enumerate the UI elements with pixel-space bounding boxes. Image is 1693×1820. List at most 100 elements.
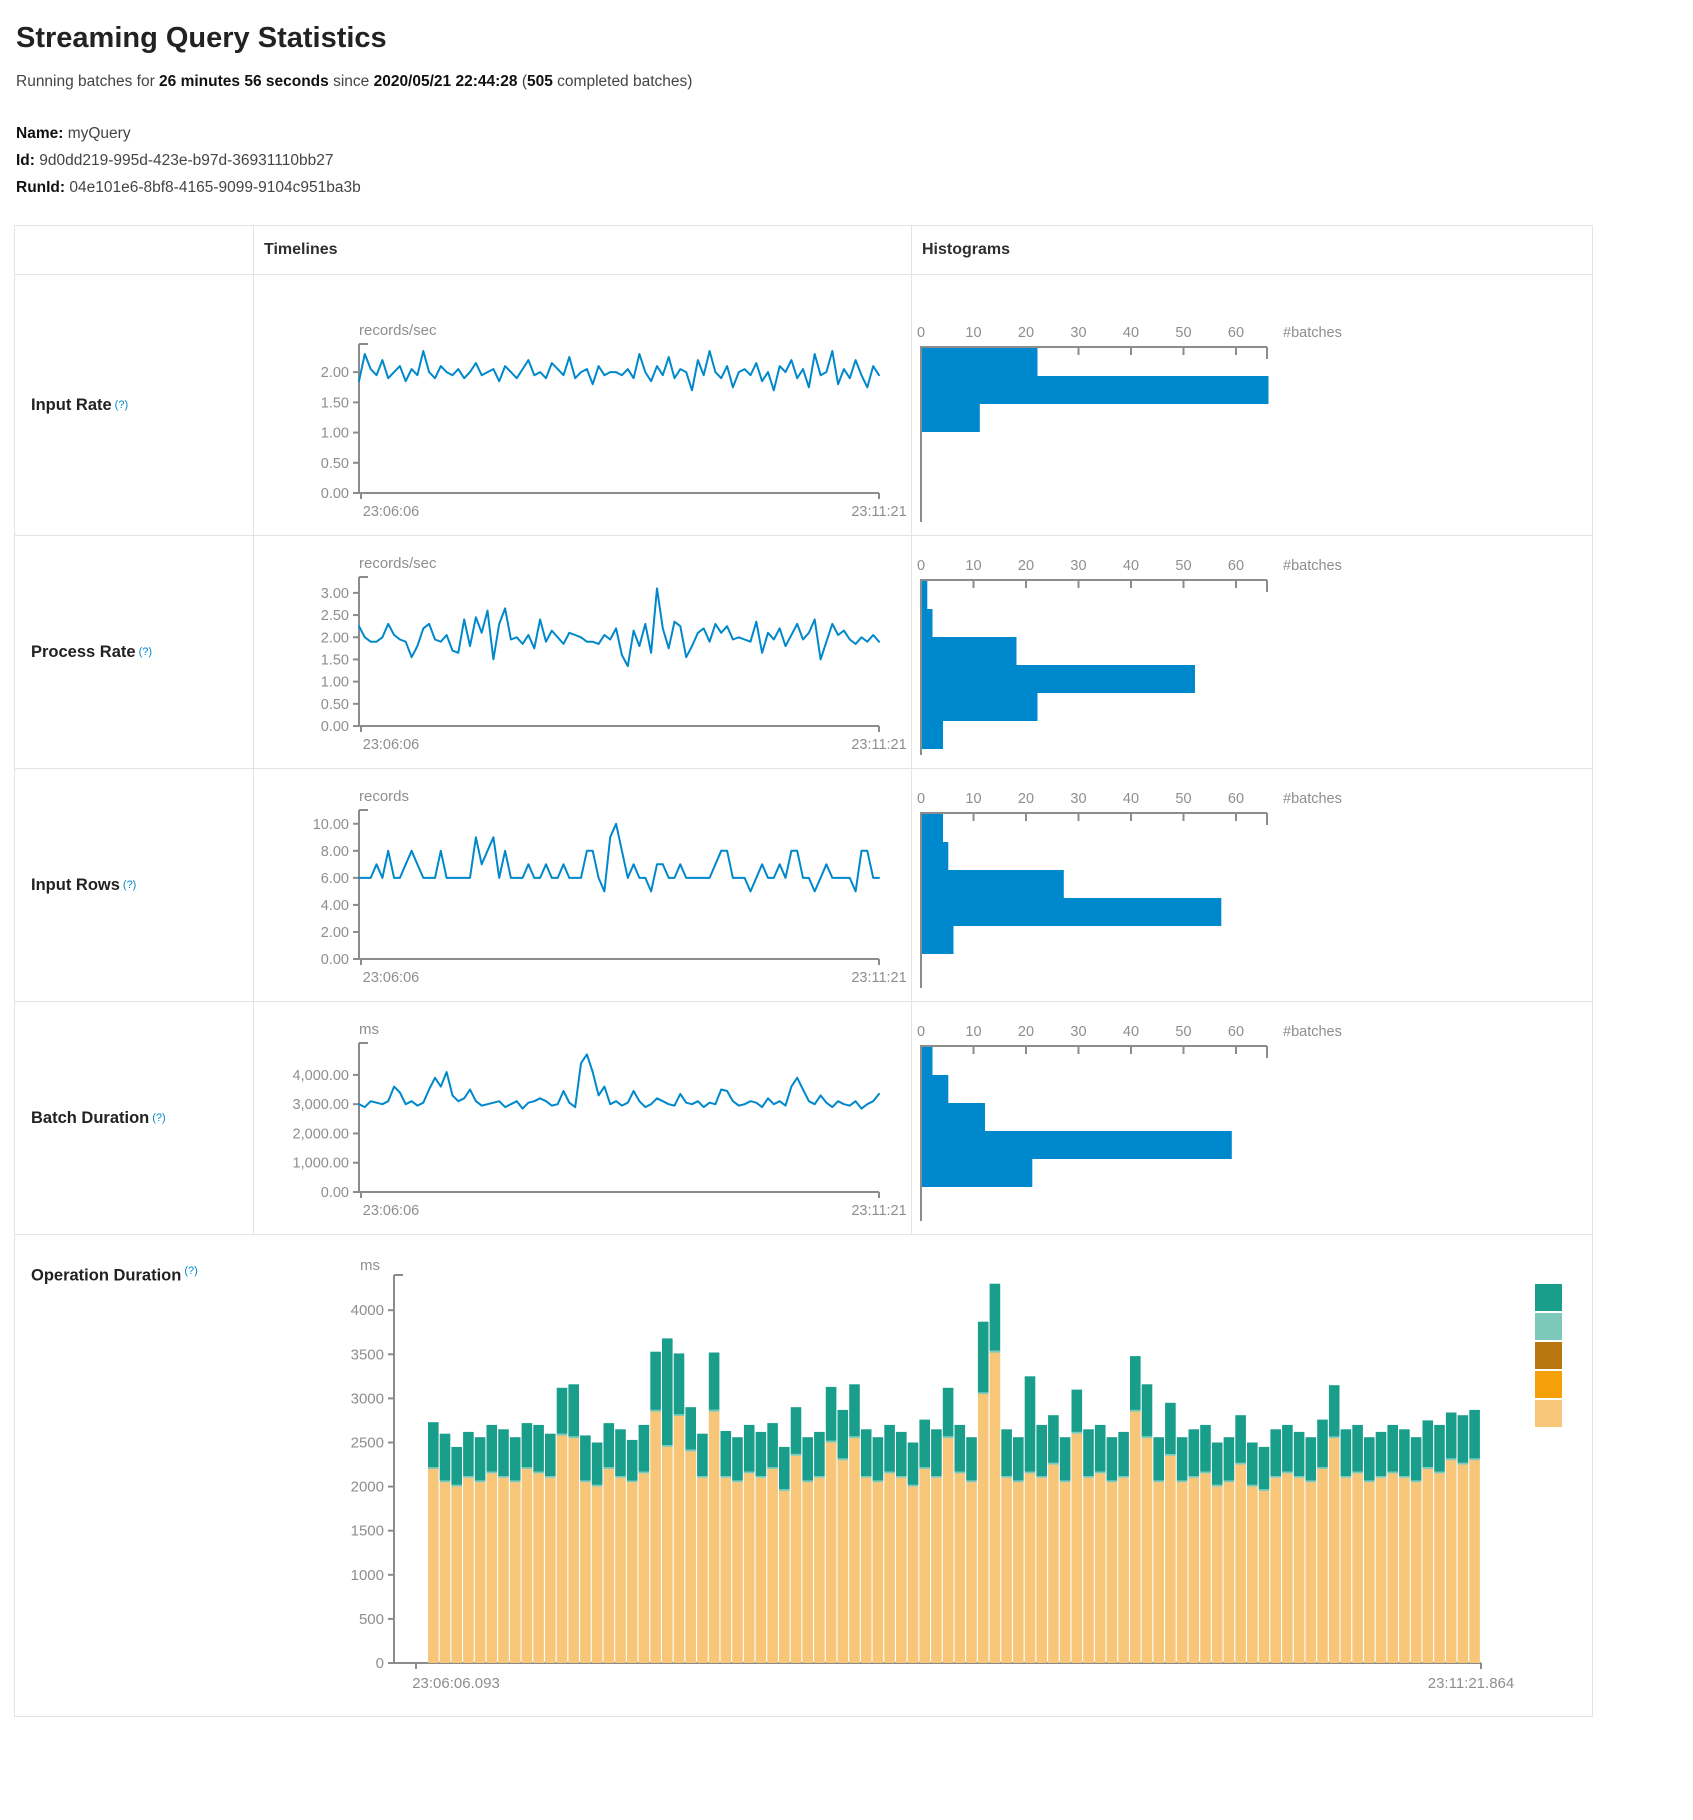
metric-row: Batch Duration(?) ms4,000.003,000.002,00…	[15, 1002, 1592, 1235]
svg-text:1000: 1000	[351, 1567, 384, 1584]
timeline-chart: ms4,000.003,000.002,000.001,000.000.0023…	[254, 1016, 910, 1234]
table-header-row: Timelines Histograms	[15, 226, 1592, 275]
svg-text:500: 500	[359, 1611, 384, 1628]
start-time: 2020/05/21 22:44:28	[374, 73, 518, 90]
histogram-cell: 0102030405060#batches	[911, 1002, 1590, 1234]
svg-text:0.00: 0.00	[321, 1185, 349, 1201]
help-icon[interactable]: (?)	[139, 646, 152, 658]
running-prefix: Running batches for	[16, 73, 159, 90]
paren-open: (	[518, 73, 527, 90]
svg-text:23:11:21: 23:11:21	[851, 1203, 906, 1219]
metric-label-cell: Batch Duration(?)	[15, 1002, 253, 1234]
svg-text:2.00: 2.00	[321, 365, 349, 381]
svg-text:50: 50	[1175, 325, 1191, 341]
svg-text:2,000.00: 2,000.00	[293, 1126, 349, 1142]
histogram-cell: 0102030405060#batches	[911, 769, 1590, 1001]
timeline-chart: records10.008.006.004.002.000.0023:06:06…	[254, 783, 910, 1001]
metric-label-cell: Input Rows(?)	[15, 769, 253, 1001]
query-meta: Name: myQuery Id: 9d0dd219-995d-423e-b97…	[16, 125, 1591, 197]
query-runid-line: RunId: 04e101e6-8bf8-4165-9099-9104c951b…	[16, 179, 1591, 197]
help-icon[interactable]: (?)	[184, 1265, 197, 1277]
metric-label: Process Rate	[31, 643, 136, 662]
operation-duration-row: Operation Duration(?) ms4000350030002500…	[15, 1241, 1592, 1716]
svg-text:#batches: #batches	[1283, 791, 1342, 807]
svg-text:4,000.00: 4,000.00	[293, 1068, 349, 1084]
svg-text:2.00: 2.00	[321, 925, 349, 941]
svg-text:2000: 2000	[351, 1479, 384, 1496]
column-header-empty	[15, 226, 253, 274]
svg-text:#batches: #batches	[1283, 1024, 1342, 1040]
timeline-cell: ms4,000.003,000.002,000.001,000.000.0023…	[253, 1002, 911, 1234]
since-text: since	[329, 73, 374, 90]
svg-text:records/sec: records/sec	[359, 555, 437, 572]
statistics-table: Timelines Histograms Input Rate(?) recor…	[14, 225, 1593, 1717]
operation-duration-legend	[1535, 1284, 1562, 1429]
svg-text:10: 10	[965, 1024, 981, 1040]
svg-text:50: 50	[1175, 791, 1191, 807]
svg-text:3,000.00: 3,000.00	[293, 1097, 349, 1113]
svg-text:4000: 4000	[351, 1302, 384, 1319]
timeline-cell: records/sec2.001.501.000.500.0023:06:062…	[253, 275, 911, 535]
query-id-line: Id: 9d0dd219-995d-423e-b97d-36931110bb27	[16, 152, 1591, 170]
svg-text:4.00: 4.00	[321, 898, 349, 914]
legend-swatch-2	[1535, 1342, 1562, 1369]
svg-text:60: 60	[1228, 558, 1244, 574]
svg-text:records: records	[359, 788, 409, 805]
svg-text:20: 20	[1018, 558, 1034, 574]
svg-text:50: 50	[1175, 558, 1191, 574]
svg-text:23:11:21: 23:11:21	[851, 504, 906, 520]
timeline-chart: records/sec3.002.502.001.501.000.500.002…	[254, 550, 910, 768]
svg-text:1.00: 1.00	[321, 426, 349, 442]
histogram-chart: 0102030405060#batches	[912, 317, 1590, 535]
svg-text:0: 0	[917, 558, 925, 574]
svg-text:1500: 1500	[351, 1523, 384, 1540]
histogram-chart: 0102030405060#batches	[912, 1016, 1590, 1234]
svg-text:23:11:21: 23:11:21	[851, 970, 906, 986]
help-icon[interactable]: (?)	[115, 399, 128, 411]
svg-text:1.50: 1.50	[321, 652, 349, 668]
running-duration: 26 minutes 56 seconds	[159, 73, 329, 90]
svg-text:1,000.00: 1,000.00	[293, 1156, 349, 1172]
svg-text:23:06:06: 23:06:06	[363, 1203, 419, 1219]
svg-text:20: 20	[1018, 325, 1034, 341]
runid-value: 04e101e6-8bf8-4165-9099-9104c951ba3b	[69, 179, 360, 196]
svg-text:ms: ms	[360, 1257, 380, 1274]
column-header-histograms: Histograms	[911, 226, 1590, 274]
svg-text:8.00: 8.00	[321, 844, 349, 860]
id-label: Id:	[16, 152, 35, 169]
name-label: Name:	[16, 125, 63, 142]
streaming-query-statistics-page: Streaming Query Statistics Running batch…	[0, 0, 1591, 1717]
completed-suffix: completed batches)	[553, 73, 693, 90]
metric-label: Input Rate	[31, 396, 112, 415]
svg-text:10.00: 10.00	[313, 817, 349, 833]
metric-label: Operation Duration	[31, 1266, 181, 1284]
histogram-chart: 0102030405060#batches	[912, 783, 1590, 1001]
svg-text:40: 40	[1123, 325, 1139, 341]
svg-text:#batches: #batches	[1283, 558, 1342, 574]
legend-swatch-0	[1535, 1284, 1562, 1311]
svg-text:0: 0	[917, 791, 925, 807]
svg-text:30: 30	[1070, 558, 1086, 574]
help-icon[interactable]: (?)	[152, 1112, 165, 1124]
timeline-cell: records10.008.006.004.002.000.0023:06:06…	[253, 769, 911, 1001]
id-value: 9d0dd219-995d-423e-b97d-36931110bb27	[39, 152, 333, 169]
legend-swatch-3	[1535, 1371, 1562, 1398]
column-header-timelines: Timelines	[253, 226, 911, 274]
svg-text:10: 10	[965, 558, 981, 574]
svg-text:40: 40	[1123, 791, 1139, 807]
svg-text:20: 20	[1018, 791, 1034, 807]
operation-duration-chart: ms4000350030002500200015001000500023:06:…	[15, 1241, 1590, 1709]
svg-text:23:11:21.864: 23:11:21.864	[1428, 1675, 1514, 1692]
svg-text:1.00: 1.00	[321, 675, 349, 691]
legend-swatch-1	[1535, 1313, 1562, 1340]
svg-text:60: 60	[1228, 1024, 1244, 1040]
histogram-cell: 0102030405060#batches	[911, 275, 1590, 535]
timeline-chart: records/sec2.001.501.000.500.0023:06:062…	[254, 317, 910, 535]
legend-swatch-4	[1535, 1400, 1562, 1427]
help-icon[interactable]: (?)	[123, 879, 136, 891]
svg-text:30: 30	[1070, 325, 1086, 341]
histogram-chart: 0 10 20 30 40 50 60 #batches	[912, 550, 1590, 768]
svg-text:40: 40	[1123, 558, 1139, 574]
running-summary: Running batches for 26 minutes 56 second…	[16, 73, 1591, 91]
svg-text:#batches: #batches	[1283, 325, 1342, 341]
